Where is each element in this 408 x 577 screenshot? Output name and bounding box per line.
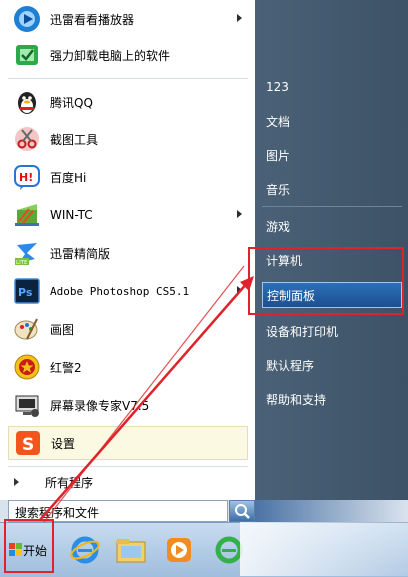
annotation-arrow [39, 265, 254, 523]
